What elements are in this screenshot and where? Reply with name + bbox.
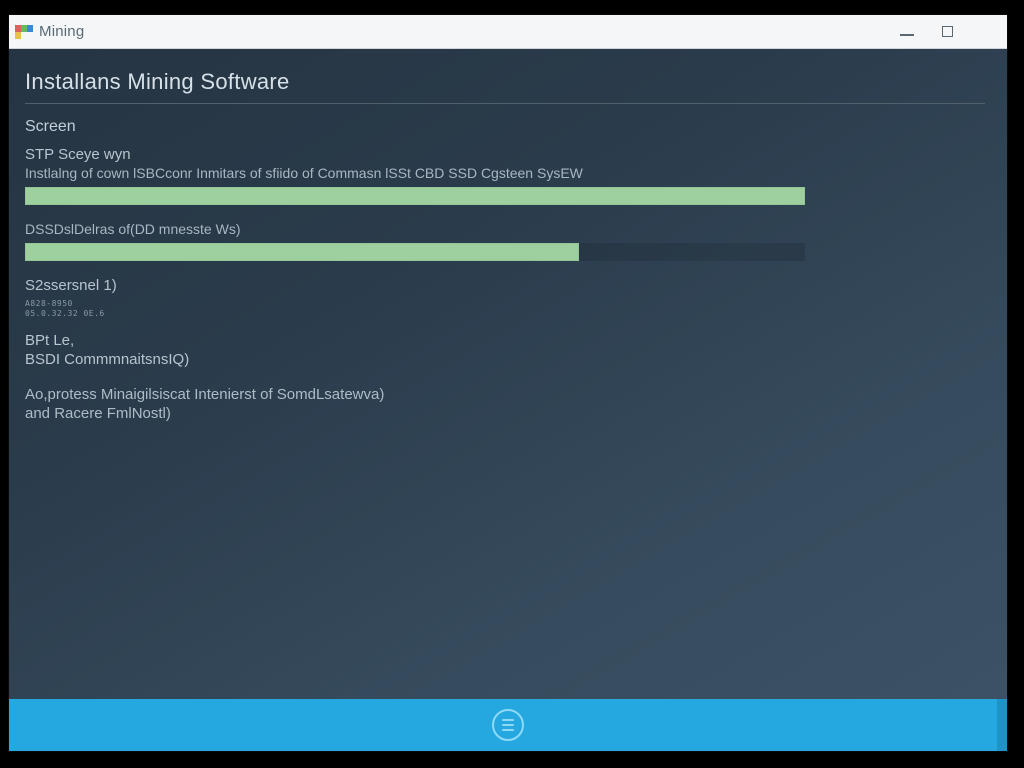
menu-icon [502, 719, 514, 732]
step1-desc: Instlalng of cown lSBCconr Inmitars of s… [25, 165, 985, 181]
maximize-button[interactable] [939, 24, 955, 40]
detail-label-a: BPt Le, [25, 332, 985, 349]
taskbar[interactable] [9, 699, 1007, 751]
step2-progress-fill [25, 243, 579, 261]
app-logo-icon [15, 25, 33, 39]
footer-line-2: and Racere FmlNostl) [25, 405, 985, 424]
detail-code-2: 05.0.32.32 0E.6 [25, 310, 985, 318]
step2-desc: DSSDslDelras of(DD mnesste Ws) [25, 221, 985, 237]
detail-code-1: A828-8950 [25, 300, 985, 308]
detail-label-b: BSDI CommmnaitsnsIQ) [25, 351, 985, 368]
minimize-button[interactable] [899, 24, 915, 40]
section-label: Screen [25, 118, 985, 136]
step2-progress [25, 243, 805, 261]
app-window: Mining Installans Mining Software Screen… [8, 14, 1008, 752]
window-controls [899, 24, 1001, 40]
close-button[interactable] [979, 24, 995, 40]
step1-progress [25, 187, 805, 205]
details-header: S2ssersnel 1) [25, 277, 985, 294]
divider [25, 103, 985, 104]
page-title: Installans Mining Software [25, 69, 985, 95]
footer-line-1: Ao,protess Minaigilsiscat Intenierst of … [25, 386, 985, 405]
titlebar[interactable]: Mining [9, 15, 1007, 49]
app-title: Mining [39, 23, 84, 40]
step1-progress-fill [25, 187, 805, 205]
taskbar-menu-button[interactable] [492, 709, 524, 741]
step1-name: STP Sceye wyn [25, 146, 985, 163]
content-area: Installans Mining Software Screen STP Sc… [9, 49, 1007, 699]
